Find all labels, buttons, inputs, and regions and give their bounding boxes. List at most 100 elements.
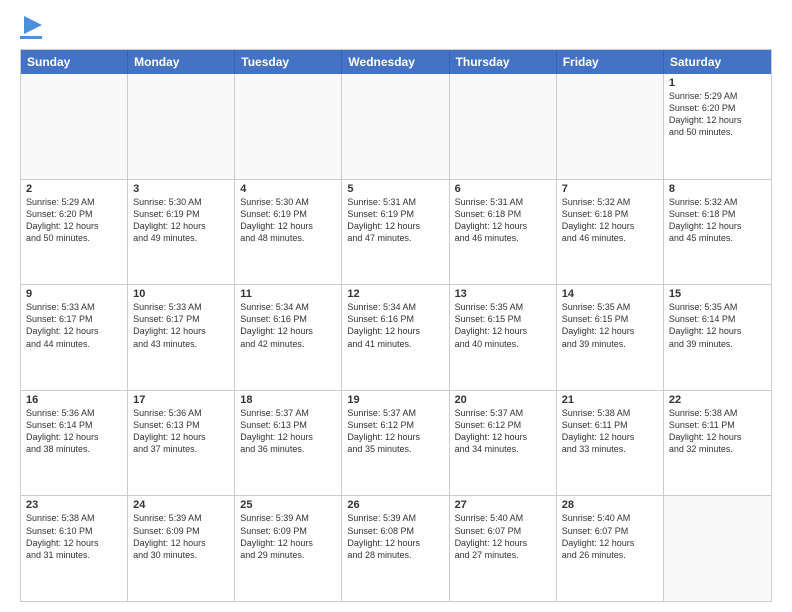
header-tuesday: Tuesday (235, 50, 342, 74)
day-info: Sunrise: 5:33 AMSunset: 6:17 PMDaylight:… (133, 301, 229, 350)
day-number: 16 (26, 394, 122, 406)
day-info: Sunrise: 5:40 AMSunset: 6:07 PMDaylight:… (562, 512, 658, 561)
day-number: 3 (133, 183, 229, 195)
day-number: 15 (669, 288, 766, 300)
day-info: Sunrise: 5:31 AMSunset: 6:19 PMDaylight:… (347, 196, 443, 245)
day-info: Sunrise: 5:35 AMSunset: 6:15 PMDaylight:… (455, 301, 551, 350)
day-info: Sunrise: 5:30 AMSunset: 6:19 PMDaylight:… (133, 196, 229, 245)
day-info: Sunrise: 5:36 AMSunset: 6:13 PMDaylight:… (133, 407, 229, 456)
calendar-row-3: 9 Sunrise: 5:33 AMSunset: 6:17 PMDaylight… (21, 284, 771, 390)
day-info: Sunrise: 5:39 AMSunset: 6:09 PMDaylight:… (133, 512, 229, 561)
calendar-cell (342, 74, 449, 179)
day-number: 13 (455, 288, 551, 300)
day-info: Sunrise: 5:39 AMSunset: 6:08 PMDaylight:… (347, 512, 443, 561)
calendar-cell: 26Sunrise: 5:39 AMSunset: 6:08 PMDayligh… (342, 496, 449, 601)
calendar-cell: 5Sunrise: 5:31 AMSunset: 6:19 PMDaylight… (342, 180, 449, 285)
day-number: 7 (562, 183, 658, 195)
day-number: 28 (562, 499, 658, 511)
calendar-row-1: 1Sunrise: 5:29 AMSunset: 6:20 PMDaylight… (21, 74, 771, 179)
calendar-header: Sunday Monday Tuesday Wednesday Thursday… (21, 50, 771, 74)
calendar-cell (557, 74, 664, 179)
calendar-cell: 16Sunrise: 5:36 AMSunset: 6:14 PMDayligh… (21, 391, 128, 496)
calendar-row-4: 16Sunrise: 5:36 AMSunset: 6:14 PMDayligh… (21, 390, 771, 496)
day-number: 2 (26, 183, 122, 195)
day-info: Sunrise: 5:40 AMSunset: 6:07 PMDaylight:… (455, 512, 551, 561)
calendar-cell: 7Sunrise: 5:32 AMSunset: 6:18 PMDaylight… (557, 180, 664, 285)
calendar-cell: 25Sunrise: 5:39 AMSunset: 6:09 PMDayligh… (235, 496, 342, 601)
calendar-cell: 15Sunrise: 5:35 AMSunset: 6:14 PMDayligh… (664, 285, 771, 390)
calendar-cell: 18Sunrise: 5:37 AMSunset: 6:13 PMDayligh… (235, 391, 342, 496)
day-number: 18 (240, 394, 336, 406)
day-number: 12 (347, 288, 443, 300)
calendar-row-2: 2Sunrise: 5:29 AMSunset: 6:20 PMDaylight… (21, 179, 771, 285)
calendar-cell: 4Sunrise: 5:30 AMSunset: 6:19 PMDaylight… (235, 180, 342, 285)
calendar-cell: 10Sunrise: 5:33 AMSunset: 6:17 PMDayligh… (128, 285, 235, 390)
calendar-cell (450, 74, 557, 179)
calendar-cell: 19Sunrise: 5:37 AMSunset: 6:12 PMDayligh… (342, 391, 449, 496)
calendar-cell: 28Sunrise: 5:40 AMSunset: 6:07 PMDayligh… (557, 496, 664, 601)
calendar-cell: 21Sunrise: 5:38 AMSunset: 6:11 PMDayligh… (557, 391, 664, 496)
day-info: Sunrise: 5:34 AMSunset: 6:16 PMDaylight:… (347, 301, 443, 350)
header (20, 16, 772, 39)
day-info: Sunrise: 5:38 AMSunset: 6:10 PMDaylight:… (26, 512, 122, 561)
day-number: 24 (133, 499, 229, 511)
day-info: Sunrise: 5:37 AMSunset: 6:12 PMDaylight:… (455, 407, 551, 456)
calendar-cell: 17Sunrise: 5:36 AMSunset: 6:13 PMDayligh… (128, 391, 235, 496)
day-info: Sunrise: 5:35 AMSunset: 6:15 PMDaylight:… (562, 301, 658, 350)
day-number: 14 (562, 288, 658, 300)
calendar-cell: 13Sunrise: 5:35 AMSunset: 6:15 PMDayligh… (450, 285, 557, 390)
calendar-cell: 6Sunrise: 5:31 AMSunset: 6:18 PMDaylight… (450, 180, 557, 285)
day-number: 1 (669, 77, 766, 89)
header-thursday: Thursday (450, 50, 557, 74)
day-number: 17 (133, 394, 229, 406)
day-info: Sunrise: 5:35 AMSunset: 6:14 PMDaylight:… (669, 301, 766, 350)
calendar-row-5: 23Sunrise: 5:38 AMSunset: 6:10 PMDayligh… (21, 495, 771, 601)
day-number: 20 (455, 394, 551, 406)
day-info: Sunrise: 5:38 AMSunset: 6:11 PMDaylight:… (562, 407, 658, 456)
calendar-cell: 22Sunrise: 5:38 AMSunset: 6:11 PMDayligh… (664, 391, 771, 496)
calendar-cell: 8Sunrise: 5:32 AMSunset: 6:18 PMDaylight… (664, 180, 771, 285)
calendar-cell (664, 496, 771, 601)
day-number: 23 (26, 499, 122, 511)
day-number: 25 (240, 499, 336, 511)
day-info: Sunrise: 5:32 AMSunset: 6:18 PMDaylight:… (562, 196, 658, 245)
page: Sunday Monday Tuesday Wednesday Thursday… (0, 0, 792, 612)
header-saturday: Saturday (664, 50, 771, 74)
header-monday: Monday (128, 50, 235, 74)
calendar-cell: 11Sunrise: 5:34 AMSunset: 6:16 PMDayligh… (235, 285, 342, 390)
day-info: Sunrise: 5:29 AMSunset: 6:20 PMDaylight:… (26, 196, 122, 245)
day-info: Sunrise: 5:30 AMSunset: 6:19 PMDaylight:… (240, 196, 336, 245)
day-number: 9 (26, 288, 122, 300)
day-number: 22 (669, 394, 766, 406)
calendar-cell: 1Sunrise: 5:29 AMSunset: 6:20 PMDaylight… (664, 74, 771, 179)
header-sunday: Sunday (21, 50, 128, 74)
day-number: 10 (133, 288, 229, 300)
calendar-cell: 14Sunrise: 5:35 AMSunset: 6:15 PMDayligh… (557, 285, 664, 390)
calendar-cell (128, 74, 235, 179)
day-number: 11 (240, 288, 336, 300)
day-number: 19 (347, 394, 443, 406)
day-number: 5 (347, 183, 443, 195)
calendar-cell: 2Sunrise: 5:29 AMSunset: 6:20 PMDaylight… (21, 180, 128, 285)
day-info: Sunrise: 5:37 AMSunset: 6:13 PMDaylight:… (240, 407, 336, 456)
calendar-body: 1Sunrise: 5:29 AMSunset: 6:20 PMDaylight… (21, 74, 771, 601)
calendar-cell: 12Sunrise: 5:34 AMSunset: 6:16 PMDayligh… (342, 285, 449, 390)
calendar-cell (21, 74, 128, 179)
day-number: 4 (240, 183, 336, 195)
day-info: Sunrise: 5:29 AMSunset: 6:20 PMDaylight:… (669, 90, 766, 139)
header-wednesday: Wednesday (342, 50, 449, 74)
logo-underline (20, 36, 42, 39)
header-friday: Friday (557, 50, 664, 74)
day-number: 26 (347, 499, 443, 511)
calendar-cell: 20Sunrise: 5:37 AMSunset: 6:12 PMDayligh… (450, 391, 557, 496)
calendar-cell (235, 74, 342, 179)
day-info: Sunrise: 5:32 AMSunset: 6:18 PMDaylight:… (669, 196, 766, 245)
day-info: Sunrise: 5:38 AMSunset: 6:11 PMDaylight:… (669, 407, 766, 456)
day-number: 8 (669, 183, 766, 195)
calendar-cell: 3Sunrise: 5:30 AMSunset: 6:19 PMDaylight… (128, 180, 235, 285)
day-info: Sunrise: 5:31 AMSunset: 6:18 PMDaylight:… (455, 196, 551, 245)
day-info: Sunrise: 5:39 AMSunset: 6:09 PMDaylight:… (240, 512, 336, 561)
day-number: 21 (562, 394, 658, 406)
day-info: Sunrise: 5:37 AMSunset: 6:12 PMDaylight:… (347, 407, 443, 456)
calendar-cell: 23Sunrise: 5:38 AMSunset: 6:10 PMDayligh… (21, 496, 128, 601)
